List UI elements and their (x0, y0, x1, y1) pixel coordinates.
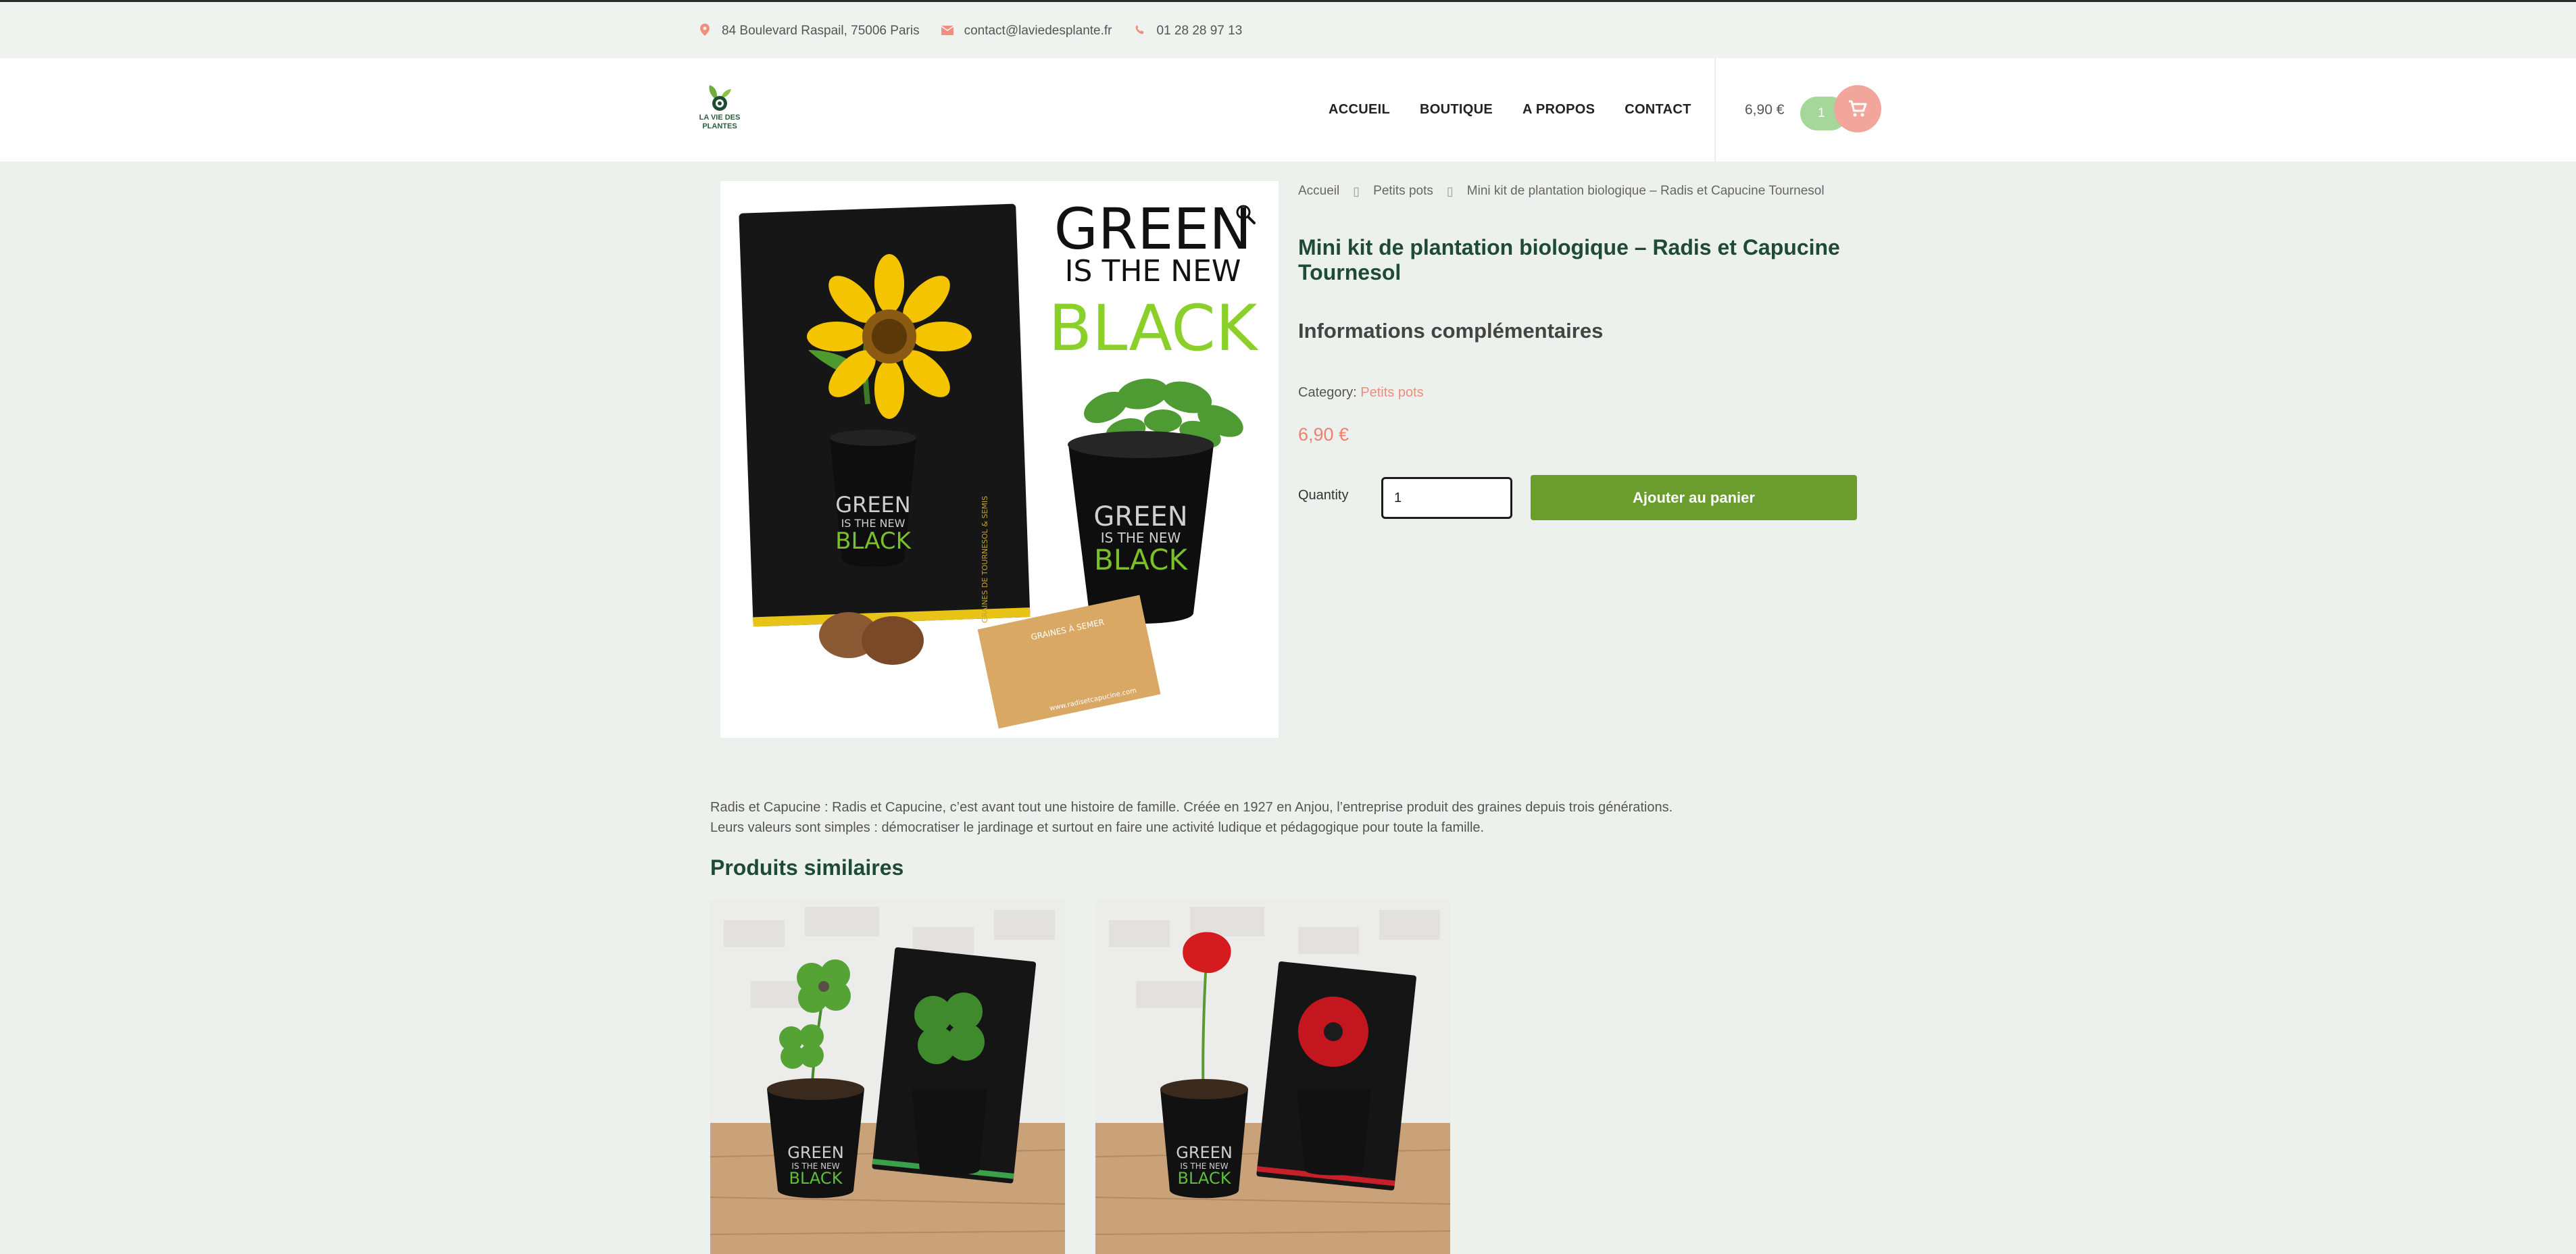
phone-item[interactable]: 01 28 28 97 13 (1134, 24, 1243, 39)
product-title: Mini kit de plantation biologique – Radi… (1298, 235, 1840, 284)
quantity-input[interactable] (1381, 477, 1512, 519)
headline-black: BLACK (1049, 292, 1259, 366)
info-heading: Informations complémentaires (1298, 319, 1604, 343)
description-line-2: Leurs valeurs sont simples : démocratise… (710, 820, 1485, 835)
breadcrumb-separator-icon: ▯ (1446, 184, 1454, 198)
logo-text: LA VIE DES PLANTES (699, 114, 741, 130)
category-link[interactable]: Petits pots (1360, 385, 1423, 400)
cart-button[interactable] (1834, 85, 1881, 132)
site-header: LA VIE DES PLANTES ACCUEIL BOUTIQUE A PR… (0, 58, 2576, 161)
card-side-text: GRAINES DE TOURNESOL & SEMIS (981, 496, 989, 623)
phone-link[interactable]: 01 28 28 97 13 (1157, 24, 1243, 39)
product-main-image[interactable]: GREEN IS THE NEW BLACK GRAINES DE TOURNE… (720, 181, 1279, 738)
pot-headline-3: BLACK (835, 528, 912, 555)
add-to-cart-button[interactable]: Ajouter au panier (1531, 475, 1857, 520)
headline-is-the-new: IS THE NEW (1065, 254, 1241, 289)
email-item[interactable]: contact@laviedesplante.fr (941, 24, 1112, 39)
related-product-card-poppy[interactable]: GREEN IS THE NEW BLACK (1095, 900, 1450, 1254)
main-nav: ACCUEIL BOUTIQUE A PROPOS CONTACT (1329, 58, 1691, 161)
related1-pot-text-1: GREEN (787, 1143, 844, 1162)
zoom-icon[interactable] (1234, 203, 1257, 226)
product-category: Category: Petits pots (1298, 385, 1424, 401)
nav-item-accueil[interactable]: ACCUEIL (1329, 102, 1390, 118)
address-item: 84 Boulevard Raspail, 75006 Paris (699, 23, 920, 39)
related-product-card-clover[interactable]: GREEN IS THE NEW BLACK (710, 900, 1065, 1254)
quantity-label: Quantity (1298, 488, 1349, 503)
top-bar: 84 Boulevard Raspail, 75006 Paris contac… (0, 0, 2576, 58)
address-text: 84 Boulevard Raspail, 75006 Paris (722, 24, 920, 38)
contact-info-bar: 84 Boulevard Raspail, 75006 Paris contac… (699, 2, 1249, 60)
breadcrumb-current: Mini kit de plantation biologique – Radi… (1466, 184, 1825, 198)
site-logo[interactable]: LA VIE DES PLANTES (696, 82, 743, 136)
cart-total[interactable]: 6,90 € (1745, 58, 1784, 161)
product-price: 6,90 € (1298, 424, 1349, 445)
pot-headline-1: GREEN (835, 492, 910, 518)
nav-item-contact[interactable]: CONTACT (1625, 102, 1691, 118)
header-divider (1714, 58, 1716, 161)
description-line-1: Radis et Capucine : Radis et Capucine, c… (710, 800, 1673, 815)
map-pin-icon (699, 23, 711, 39)
category-label: Category: (1298, 385, 1357, 400)
phone-icon (1134, 24, 1146, 39)
pot2-headline-3: BLACK (1094, 543, 1188, 576)
logo-sprout-icon (709, 85, 731, 111)
product-description: Radis et Capucine : Radis et Capucine, c… (710, 797, 1673, 838)
related2-pot-text-3: BLACK (1178, 1169, 1232, 1188)
related2-pot-text-1: GREEN (1176, 1143, 1233, 1162)
envelope-icon (941, 24, 953, 39)
nav-item-a-propos[interactable]: A PROPOS (1522, 102, 1595, 118)
email-link[interactable]: contact@laviedesplante.fr (964, 24, 1112, 39)
breadcrumb-petits-pots[interactable]: Petits pots (1373, 184, 1433, 199)
related1-pot-text-3: BLACK (789, 1169, 843, 1188)
pot2-headline-1: GREEN (1093, 501, 1187, 532)
breadcrumb: Accueil ▯ Petits pots ▯ Mini kit de plan… (1298, 184, 1825, 199)
nav-item-boutique[interactable]: BOUTIQUE (1420, 102, 1493, 118)
breadcrumb-accueil[interactable]: Accueil (1298, 184, 1339, 199)
related-products-heading: Produits similaires (710, 855, 904, 880)
breadcrumb-separator-icon: ▯ (1353, 184, 1360, 198)
headline-green: GREEN (1054, 196, 1252, 262)
shopping-cart-icon (1849, 100, 1867, 117)
